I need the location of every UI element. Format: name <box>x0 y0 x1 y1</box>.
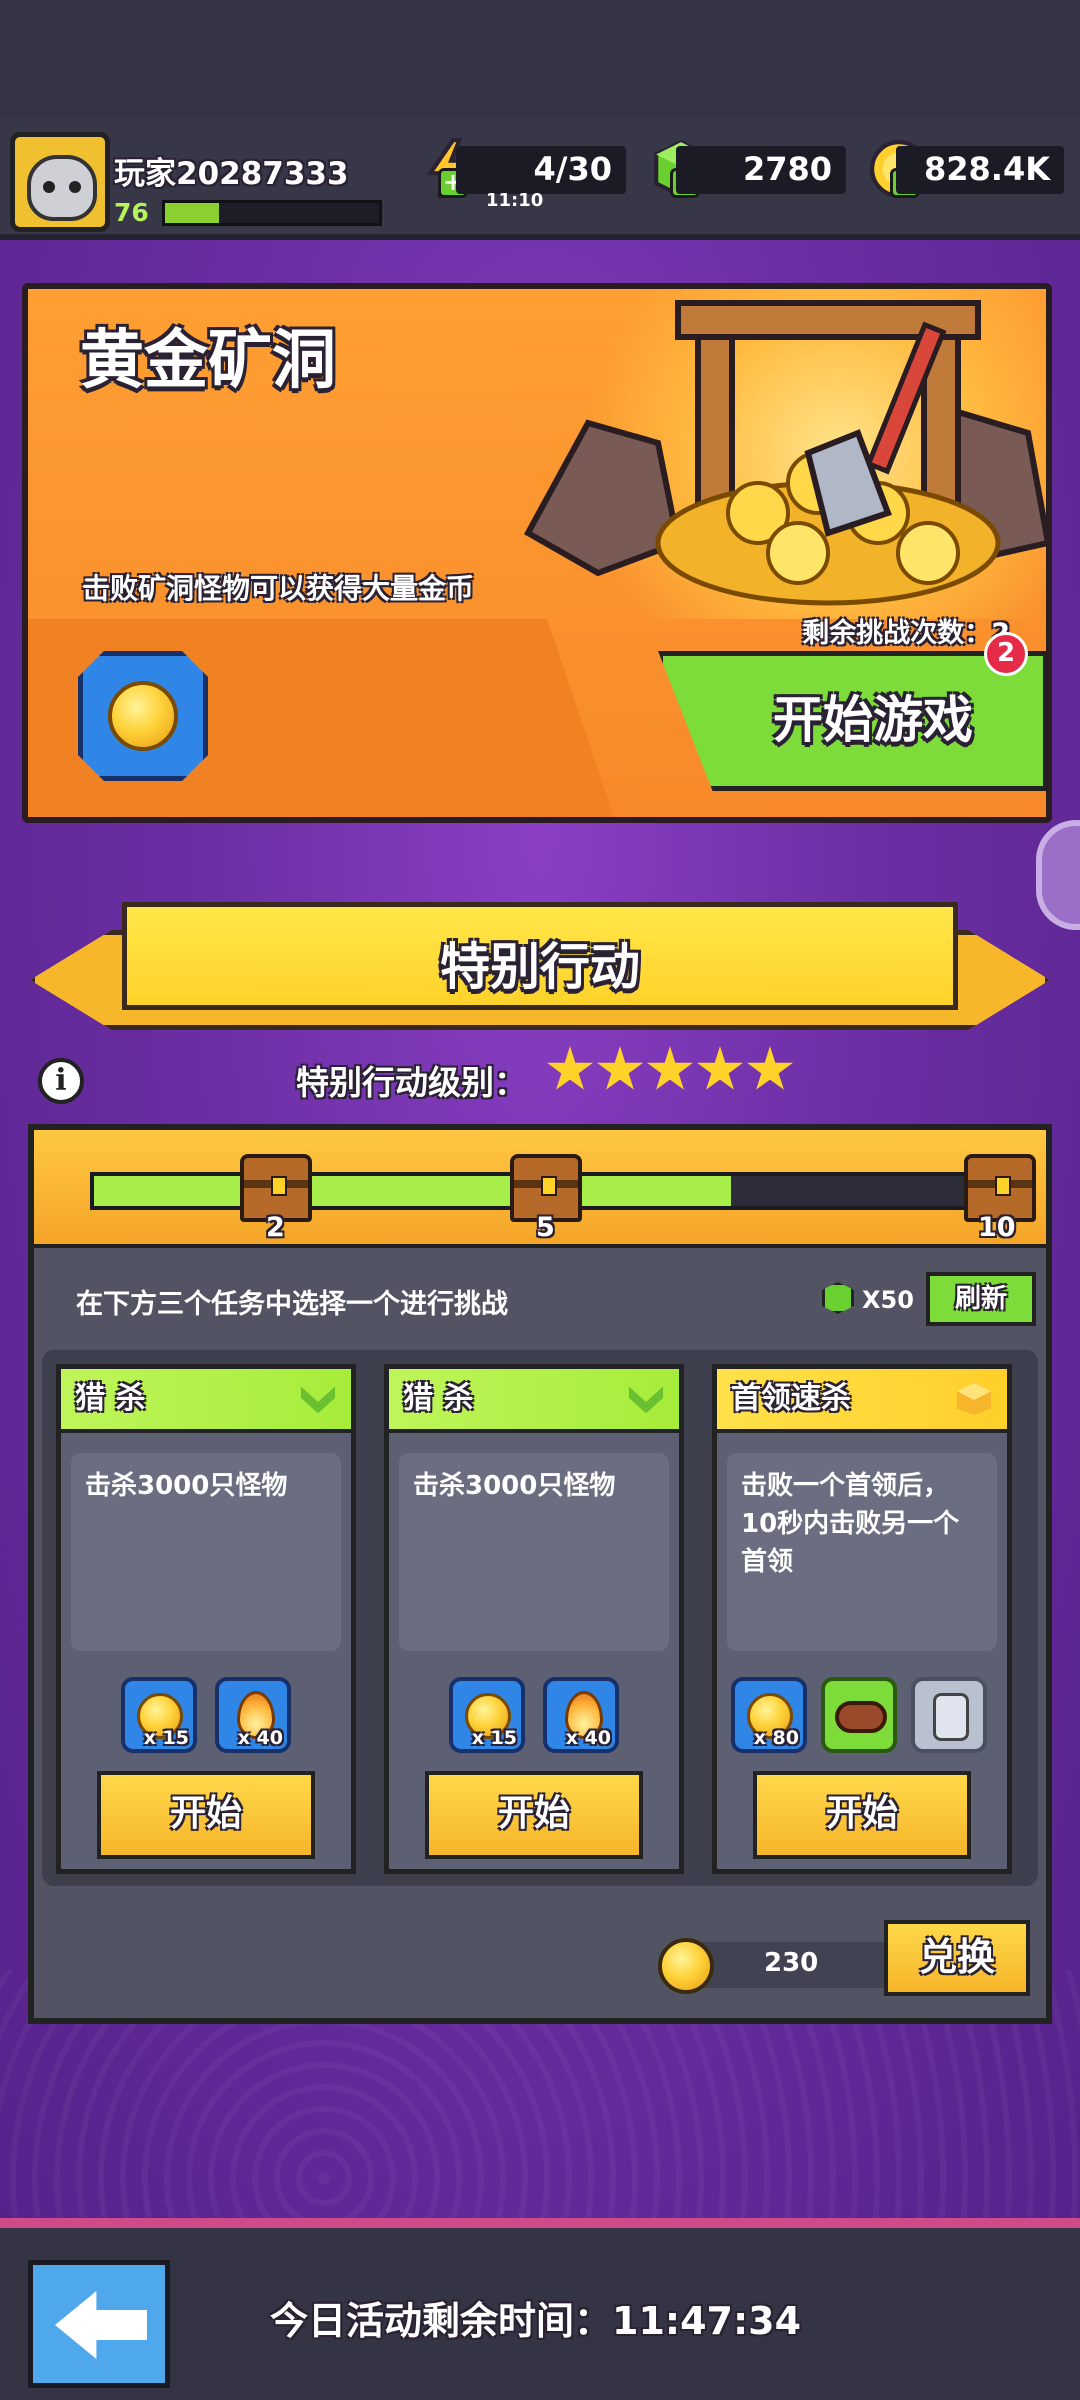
xp-bar <box>162 200 382 226</box>
rank-label: 特别行动级别： <box>296 1063 527 1102</box>
gems-value: 2780 <box>742 150 832 188</box>
start-game-button[interactable]: 开始游戏 <box>658 651 1046 791</box>
reward-slot[interactable] <box>911 1677 987 1753</box>
token-count: 230 <box>764 1948 819 1978</box>
reward-slot[interactable]: x 40 <box>543 1677 619 1753</box>
rank-stars <box>546 1046 796 1102</box>
task-title-text: 首领速杀 <box>731 1381 851 1416</box>
back-button[interactable] <box>28 2260 170 2388</box>
player-level: 76 <box>114 198 149 227</box>
xp-fill <box>165 203 219 223</box>
reward-slot[interactable]: x 40 <box>215 1677 291 1753</box>
exchange-button[interactable]: 兑换 <box>884 1920 1030 1996</box>
gold-mine-card: 黄金矿洞 击败矿洞怪物可以获得大量金币 剩余挑战次数：2 开始游戏 <box>22 283 1052 823</box>
special-ops-banner: 特别行动 <box>30 902 1050 1042</box>
task-title: 猎 杀 <box>389 1369 679 1433</box>
task-description: 击杀3000只怪物 <box>399 1453 669 1651</box>
banner-plate: 特别行动 <box>122 902 958 1010</box>
armor-icon <box>933 1693 969 1741</box>
energy-counter: 4/30 <box>456 146 626 194</box>
player-name: 玩家20287333 <box>114 156 349 192</box>
mine-title: 黄金矿洞 <box>80 324 336 398</box>
energy-value: 4/30 <box>533 150 612 188</box>
task-title-text: 猎 杀 <box>403 1381 474 1416</box>
task-card: 猎 杀 击杀3000只怪物 x 15 x 40 开始 <box>384 1364 684 1874</box>
reward-slot[interactable]: x 80 <box>731 1677 807 1753</box>
reward-qty: x 40 <box>565 1727 611 1749</box>
star-icon <box>746 1046 794 1090</box>
banner-title: 特别行动 <box>440 938 640 996</box>
milestone-label: 5 <box>536 1212 555 1243</box>
task-hint: 在下方三个任务中选择一个进行挑战 <box>76 1289 508 1320</box>
star-icon <box>546 1046 594 1090</box>
star-icon <box>596 1046 644 1090</box>
task-start-button[interactable]: 开始 <box>425 1771 643 1859</box>
gold-mine-illustration <box>523 300 1046 606</box>
refresh-cost: X50 <box>862 1286 914 1314</box>
remaining-attempts: 剩余挑战次数：2 <box>802 618 1010 649</box>
back-arrow-icon <box>55 2291 147 2359</box>
reward-qty: x 15 <box>471 1727 517 1749</box>
task-card: 猎 杀 击杀3000只怪物 x 15 x 40 开始 <box>56 1364 356 1874</box>
task-title-text: 猎 杀 <box>75 1381 146 1416</box>
task-title: 首领速杀 <box>717 1369 1007 1433</box>
cube-icon <box>956 1382 992 1416</box>
reward-slot[interactable]: x 15 <box>121 1677 197 1753</box>
avatar[interactable] <box>10 132 110 232</box>
reward-qty: x 15 <box>143 1727 189 1749</box>
reward-slot[interactable]: x 15 <box>449 1677 525 1753</box>
star-icon <box>696 1046 744 1090</box>
status-bar <box>0 0 1080 118</box>
event-token-icon <box>658 1938 714 1994</box>
task-title: 猎 杀 <box>61 1369 351 1433</box>
reward-slot[interactable] <box>821 1677 897 1753</box>
task-start-button[interactable]: 开始 <box>753 1771 971 1859</box>
notification-badge: 2 <box>984 632 1028 676</box>
mine-reward-slot[interactable] <box>78 651 208 781</box>
task-card: 首领速杀 击败一个首领后，10秒内击败另一个首领 x 80 开始 <box>712 1364 1012 1874</box>
milestone-label: 10 <box>978 1212 1016 1243</box>
reward-qty: x 80 <box>753 1727 799 1749</box>
task-start-button[interactable]: 开始 <box>97 1771 315 1859</box>
mine-description: 击败矿洞怪物可以获得大量金币 <box>82 572 475 605</box>
refresh-button[interactable]: 刷新 <box>926 1272 1036 1326</box>
gold-counter: 828.4K <box>896 146 1064 194</box>
task-description: 击败一个首领后，10秒内击败另一个首领 <box>727 1453 997 1651</box>
collar-icon <box>835 1701 887 1733</box>
event-time-left: 今日活动剩余时间：11:47:34 <box>270 2299 802 2343</box>
reward-qty: x 40 <box>237 1727 283 1749</box>
gems-counter: 2780 <box>676 146 846 194</box>
gold-value: 828.4K <box>923 150 1050 188</box>
progress-fill <box>94 1176 731 1206</box>
milestone-label: 2 <box>266 1212 285 1243</box>
task-description: 击杀3000只怪物 <box>71 1453 341 1651</box>
event-panel: 2 5 10 在下方三个任务中选择一个进行挑战 X50 刷新 猎 杀 击杀300… <box>28 1124 1052 2024</box>
progress-area: 2 5 10 <box>34 1130 1046 1248</box>
star-icon <box>646 1046 694 1090</box>
energy-timer: 11:10 <box>486 190 544 211</box>
chevron-down-icon <box>628 1386 664 1414</box>
cat-face-icon <box>27 155 97 221</box>
gem-icon <box>822 1282 854 1314</box>
gold-coin-icon <box>108 681 178 751</box>
tasks-area: 猎 杀 击杀3000只怪物 x 15 x 40 开始 猎 杀 击杀3000只怪物… <box>42 1350 1038 1886</box>
info-icon[interactable]: i <box>38 1058 84 1104</box>
chevron-down-icon <box>300 1386 336 1414</box>
